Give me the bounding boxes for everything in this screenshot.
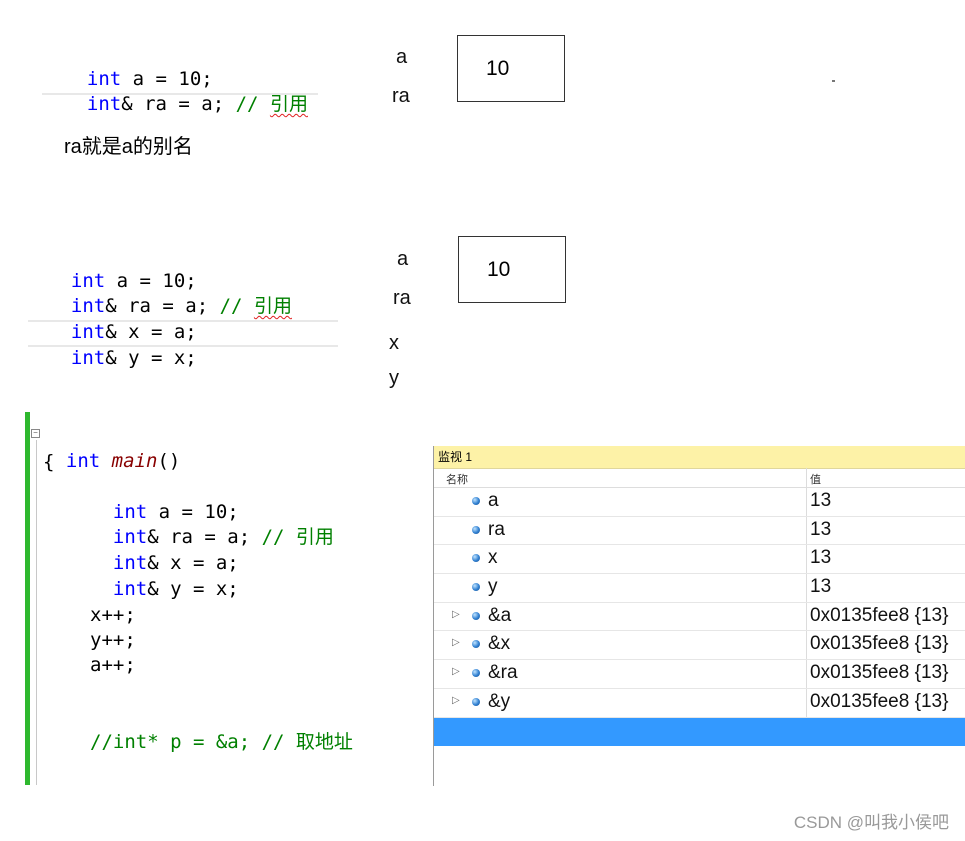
collapse-toggle-icon[interactable]: − [31,429,40,438]
stray-mark [832,80,835,82]
watch-row[interactable]: ▷ &x 0x0135fee8 {13} [434,631,965,661]
watermark: CSDN @叫我小侯吧 [793,813,949,832]
line-separator [42,93,318,95]
watch-name: &y [488,690,511,712]
watch-value: 0x0135fee8 {13} [810,690,949,712]
watch-name: &x [488,633,511,655]
watch-name: &ra [488,662,518,684]
watch-row[interactable]: a 13 [434,488,965,517]
code-text: () [157,450,181,472]
variable-icon [472,497,480,505]
variable-icon [472,554,480,563]
watch-row[interactable]: ▷ &y 0x0135fee8 {13} [434,689,965,718]
variable-icon [472,525,480,534]
main-signature: int main() [43,424,180,474]
keyword: int [86,93,122,115]
watch-value: 0x0135fee8 {13} [810,604,949,626]
diagram1-memory-box: 10 [457,35,565,102]
watch-row[interactable]: x 13 [434,545,965,575]
watch-row[interactable]: ▷ &ra 0x0135fee8 {13} [434,660,965,689]
comment: // 引用 [261,526,334,548]
main-comment-line: //int* p = &a; // 取地址 [90,731,353,753]
watch-value: 13 [810,576,832,598]
box-value: 10 [486,56,510,80]
main-line7: a++; [90,654,136,676]
comment: // [235,93,270,115]
comment-cn: 引用 [253,295,292,317]
main-line6: y++; [90,629,136,651]
watch-name: &a [488,604,512,626]
watch-value: 13 [810,490,832,511]
watch-name: ra [488,518,505,540]
variable-icon [472,640,480,649]
keyword: int [70,347,106,369]
expand-triangle-icon[interactable]: ▷ [452,666,460,677]
watch-title[interactable]: 监视 1 [434,446,965,469]
diagram2-memory-box: 10 [458,236,566,303]
code-text: & y = x; [147,578,239,600]
watch-header: 名称 值 [434,469,965,488]
alias-note: ra就是a的别名 [64,136,193,158]
diagram2-label-a: a [397,248,409,270]
open-brace: { [43,451,55,473]
variable-icon [472,583,480,592]
watch-row[interactable]: ra 13 [434,517,965,546]
watch-window[interactable]: 监视 1 名称 值 a 13 ra 13 x 13 y 13 ▷ &a 0x01… [433,446,965,786]
watch-row[interactable]: ▷ &a 0x0135fee8 {13} [434,603,965,632]
watch-value: 0x0135fee8 {13} [810,662,949,684]
keyword: int [65,450,101,472]
watch-name: y [488,576,498,598]
watch-value: 13 [810,518,832,540]
expand-triangle-icon[interactable]: ▷ [452,609,460,620]
line-separator [28,345,338,347]
watch-name: x [488,547,498,569]
watch-row[interactable]: y 13 [434,574,965,603]
main-line5: x++; [90,604,136,626]
variable-icon [472,669,480,678]
expand-triangle-icon[interactable]: ▷ [452,695,460,706]
expand-triangle-icon[interactable]: ▷ [452,637,460,648]
watch-value: 13 [810,547,832,569]
outline-guide [36,440,37,785]
function-name: main [111,450,158,472]
main-line4: int& y = x; [90,552,239,602]
diagram2-label-ra: ra [393,287,411,309]
code-text: & ra = a; [121,93,236,115]
diagram2-label-x: x [389,332,399,354]
diagram1-label-a: a [396,46,408,68]
box-value: 10 [487,257,511,281]
column-header-name[interactable]: 名称 [446,471,468,487]
variable-icon [472,697,480,706]
watch-name: a [488,490,499,511]
changed-lines-margin [25,412,30,785]
diagram1-label-ra: ra [392,85,410,107]
comment-cn: 引用 [269,93,308,115]
keyword: int [112,578,148,600]
watch-value: 0x0135fee8 {13} [810,633,949,655]
diagram2-label-y: y [389,367,399,389]
comment: // [219,295,254,317]
column-header-value[interactable]: 值 [810,471,821,487]
variable-icon [472,611,480,620]
code-text: & y = x; [105,347,197,369]
watch-new-entry-row[interactable] [434,717,965,746]
snippet1-line2: int& ra = a; // 引用 [64,67,308,117]
